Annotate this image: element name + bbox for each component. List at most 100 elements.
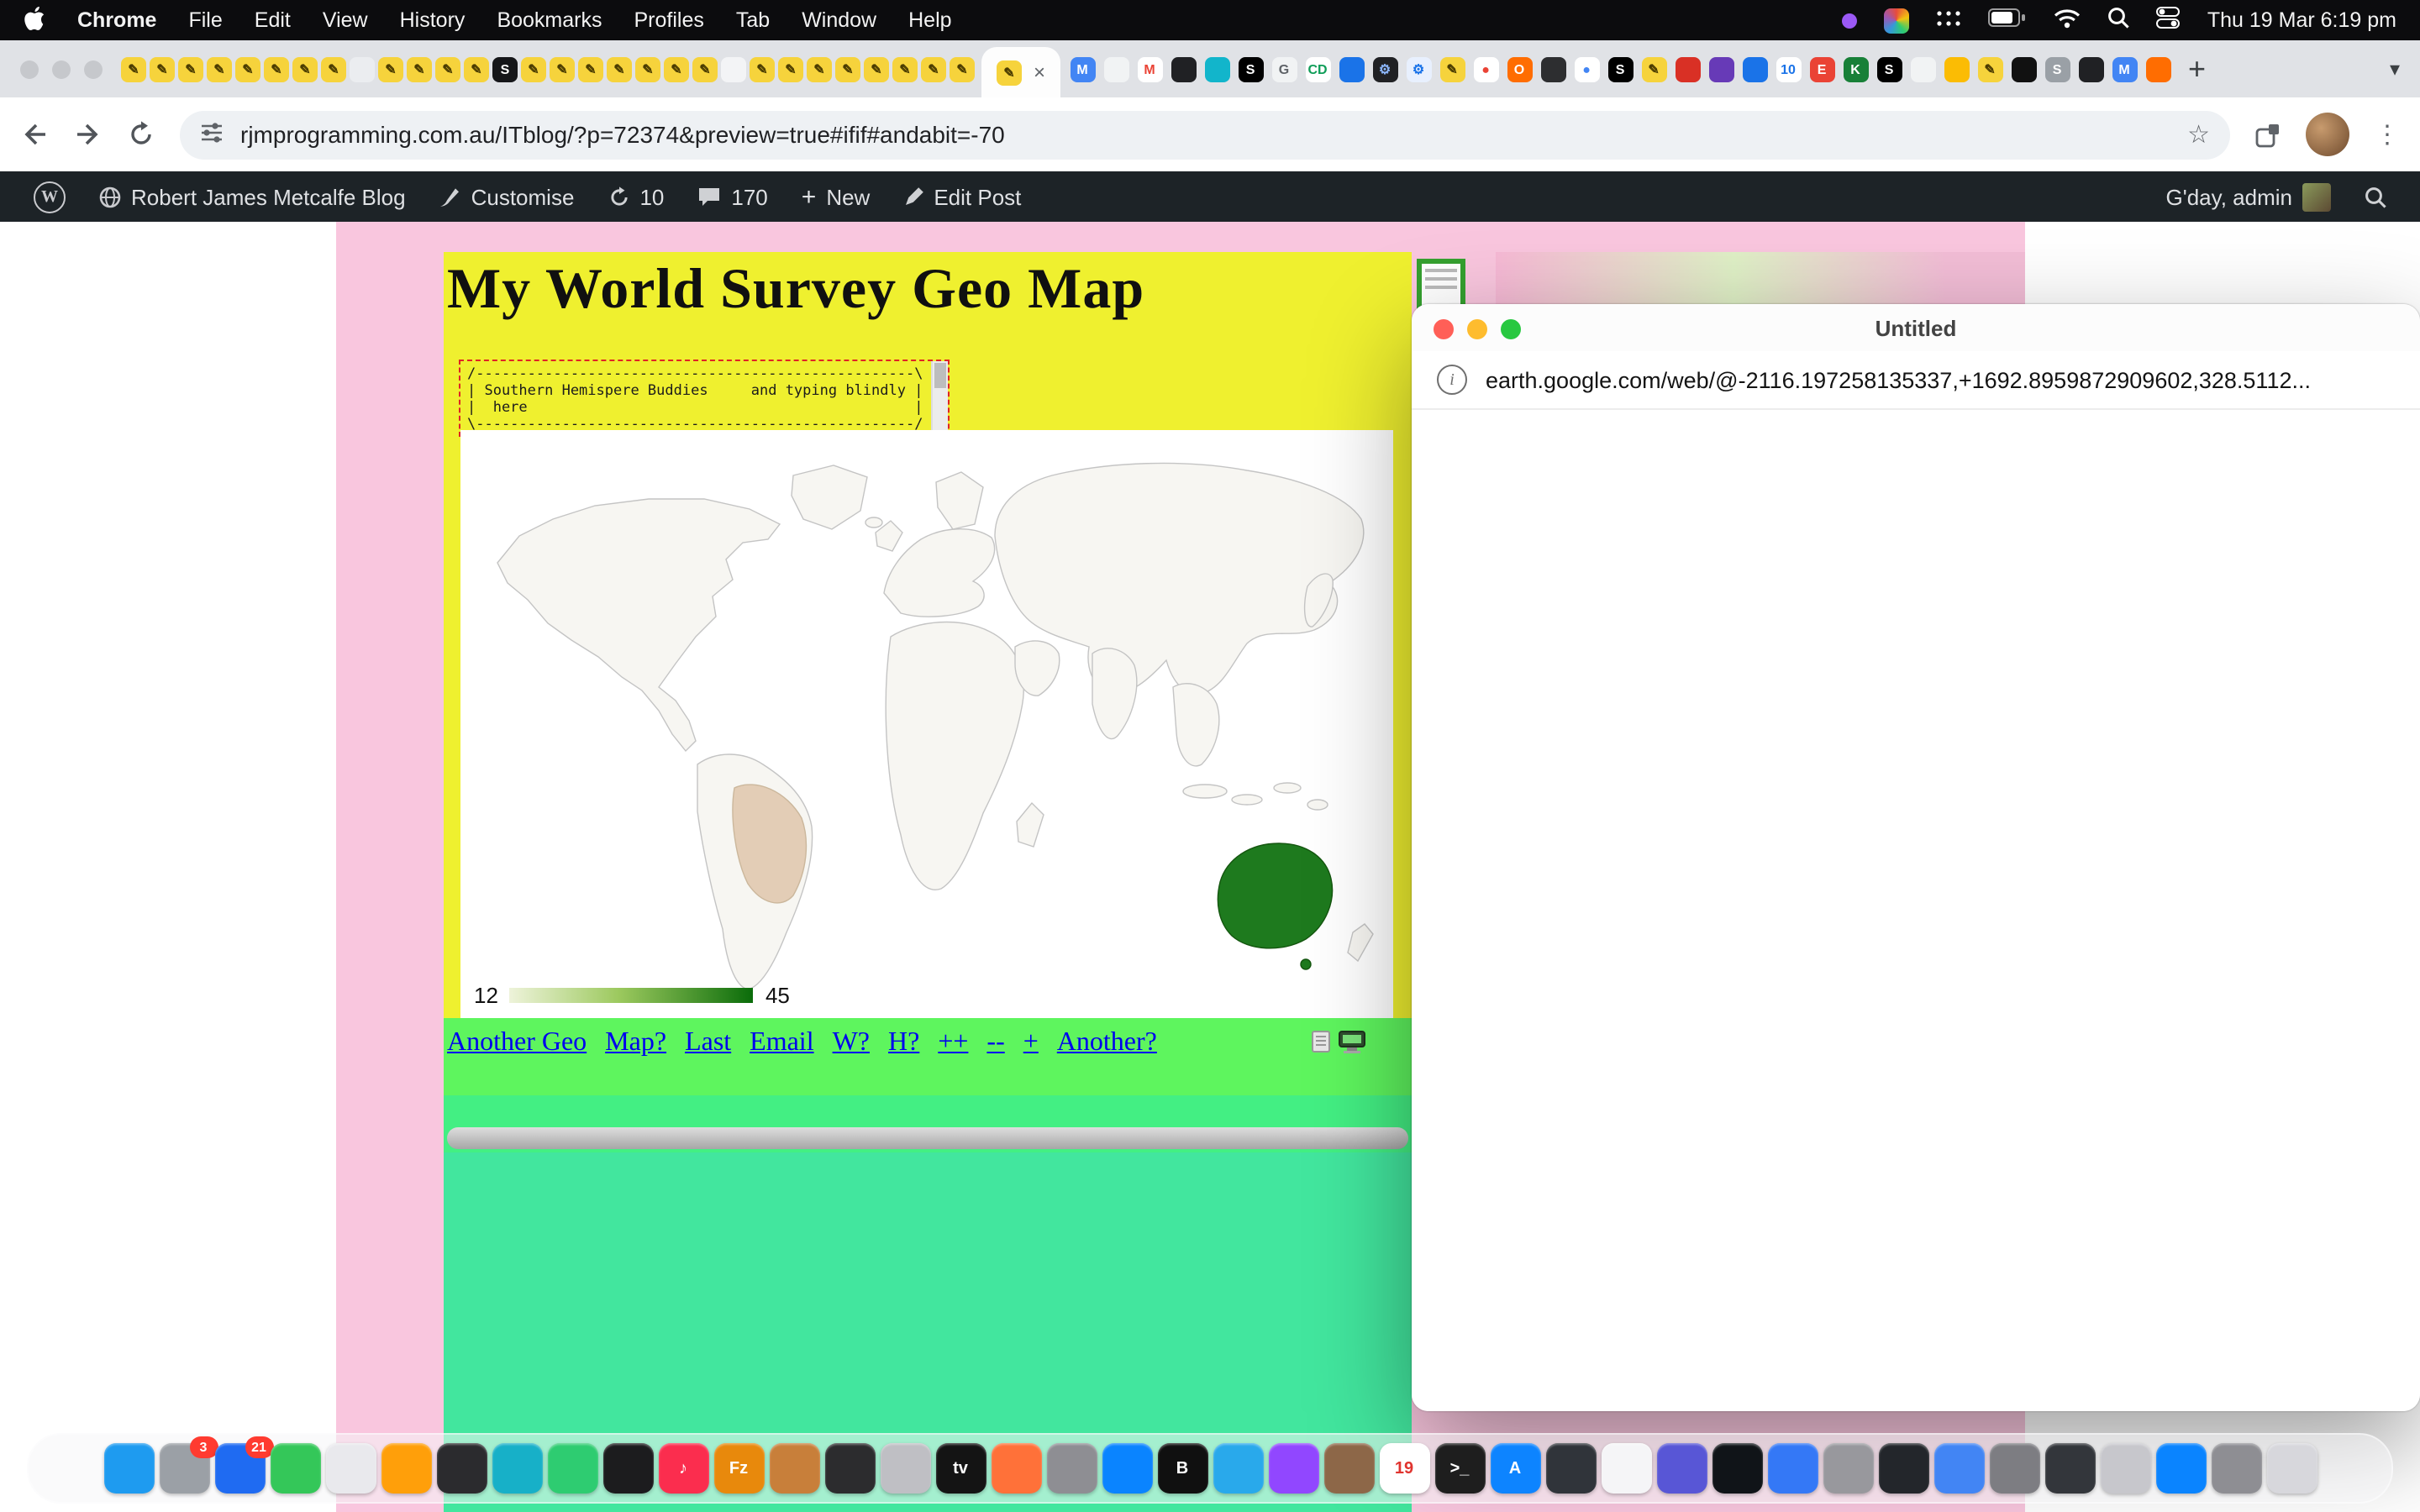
dock-app-icon[interactable] [492,1443,542,1494]
browser-tab[interactable]: ✎ [834,45,862,92]
browser-tab[interactable]: ✎ [862,45,891,92]
forward-button[interactable] [74,121,103,148]
dock-app-icon[interactable] [824,1443,875,1494]
window-minimize-button[interactable] [52,60,71,78]
apple-menu-icon[interactable] [24,4,45,36]
browser-tab[interactable]: ✎ [234,45,262,92]
page-link[interactable]: H? [888,1028,919,1058]
dock-app-icon[interactable]: Fz [713,1443,764,1494]
browser-tab[interactable]: ✎ [376,45,405,92]
browser-tab[interactable]: ✎ [919,45,948,92]
comments-button[interactable]: 170 [681,171,784,222]
browser-tab[interactable]: ⚙ [1368,45,1402,92]
app-store-dock-icon[interactable]: A [1490,1443,1540,1494]
earth-close-button[interactable] [1434,318,1454,339]
page-link[interactable]: Another Geo [447,1028,587,1058]
chrome-dock-icon[interactable] [1767,1443,1818,1494]
browser-tab[interactable]: S [1603,45,1637,92]
url-bar[interactable]: rjmprogramming.com.au/ITblog/?p=72374&pr… [180,110,2230,159]
dock-app-icon[interactable] [1323,1443,1374,1494]
new-tab-button[interactable]: + [2188,54,2206,84]
dock-app-icon[interactable] [880,1443,930,1494]
reload-button[interactable] [128,121,155,148]
browser-tab[interactable] [1670,45,1704,92]
browser-tab[interactable] [1939,45,1973,92]
menu-file[interactable]: File [188,8,222,32]
browser-tab[interactable]: ● [1469,45,1502,92]
browser-tab[interactable] [1099,45,1133,92]
site-controls-icon[interactable] [200,120,224,149]
dock-app-icon[interactable]: B [1157,1443,1207,1494]
browser-tab[interactable]: ✎ [291,45,319,92]
browser-tab[interactable]: ✎ [1435,45,1469,92]
browser-tab[interactable] [348,45,376,92]
terminal-dock-icon[interactable]: >_ [1434,1443,1485,1494]
browser-menu-icon[interactable]: ⋮ [2375,119,2400,150]
finder-dock-icon[interactable] [103,1443,154,1494]
browser-tab[interactable]: CD [1301,45,1334,92]
menu-window[interactable]: Window [802,8,876,32]
new-content-button[interactable]: + New [785,171,887,222]
earth-zoom-button[interactable] [1501,318,1521,339]
page-link[interactable]: ++ [938,1028,968,1058]
spotlight-icon[interactable] [2108,7,2130,34]
browser-tab[interactable]: ✎ [748,45,776,92]
browser-tab[interactable]: S [2040,45,2074,92]
trash-dock-icon[interactable] [2266,1443,2317,1494]
account-menu[interactable]: G'day, admin [2149,182,2348,211]
browser-tab[interactable]: ✎ [805,45,834,92]
earth-window-titlebar[interactable]: Untitled [1412,304,2420,351]
browser-tab[interactable]: ✎ [205,45,234,92]
dock-app-icon[interactable] [1823,1443,1873,1494]
browser-tab[interactable]: ✎ [576,45,605,92]
mail-dock-icon[interactable]: 21 [214,1443,265,1494]
tv-dock-icon[interactable]: tv [935,1443,986,1494]
browser-tab[interactable]: ⚙ [1402,45,1435,92]
control-center-icon[interactable] [2157,7,2181,34]
browser-tab[interactable]: ✎ [948,45,976,92]
firefox-dock-icon[interactable] [991,1443,1041,1494]
browser-tab[interactable] [1536,45,1570,92]
browser-tab[interactable] [2007,45,2040,92]
browser-tab[interactable]: ✎ [1637,45,1670,92]
survey-textarea[interactable]: /---------------------------------------… [459,360,950,437]
menu-help[interactable]: Help [908,8,951,32]
browser-tab[interactable]: ✎ [119,45,148,92]
browser-tab[interactable]: ✎ [148,45,176,92]
dock-app-icon[interactable] [1989,1443,2039,1494]
site-name[interactable]: Robert James Metcalfe Blog [82,171,423,222]
tab-search-chevron-icon[interactable]: ▾ [2390,57,2400,81]
dock-app-icon[interactable] [547,1443,597,1494]
dock-app-icon[interactable] [1712,1443,1762,1494]
browser-tab[interactable]: ✎ [1973,45,2007,92]
menu-profiles[interactable]: Profiles [634,8,704,32]
menu-bookmarks[interactable]: Bookmarks [497,8,602,32]
browser-tab[interactable]: ✎ [634,45,662,92]
browser-tab[interactable]: S [1234,45,1267,92]
browser-tab[interactable]: ✎ [691,45,719,92]
browser-tab[interactable] [2141,45,2175,92]
browser-tab[interactable]: ● [1570,45,1603,92]
wifi-icon[interactable] [2054,8,2081,33]
window-close-button[interactable] [20,60,39,78]
browser-tab[interactable]: ✎ [434,45,462,92]
dock-app-icon[interactable] [602,1443,653,1494]
dock-app-icon[interactable] [381,1443,431,1494]
browser-tab[interactable] [1200,45,1234,92]
menu-chrome[interactable]: Chrome [77,8,156,32]
extensions-icon[interactable] [2255,122,2281,147]
music-dock-icon[interactable]: ♪ [658,1443,708,1494]
browser-tab[interactable]: ✎ [548,45,576,92]
page-link[interactable]: Last [685,1028,731,1058]
browser-tab[interactable] [1738,45,1771,92]
browser-tab[interactable]: ✎ [605,45,634,92]
scrollbar-thumb[interactable] [934,363,946,388]
wp-logo[interactable]: W [17,171,82,222]
dock-app-icon[interactable] [436,1443,487,1494]
textarea-scrollbar[interactable] [931,361,948,435]
downloads-dock-icon[interactable] [2155,1443,2206,1494]
browser-tab[interactable]: ✎ [891,45,919,92]
page-link[interactable]: Another? [1057,1028,1157,1058]
customise-button[interactable]: Customise [423,171,592,222]
menu-clock[interactable]: Thu 19 Mar 6:19 pm [2207,8,2396,32]
